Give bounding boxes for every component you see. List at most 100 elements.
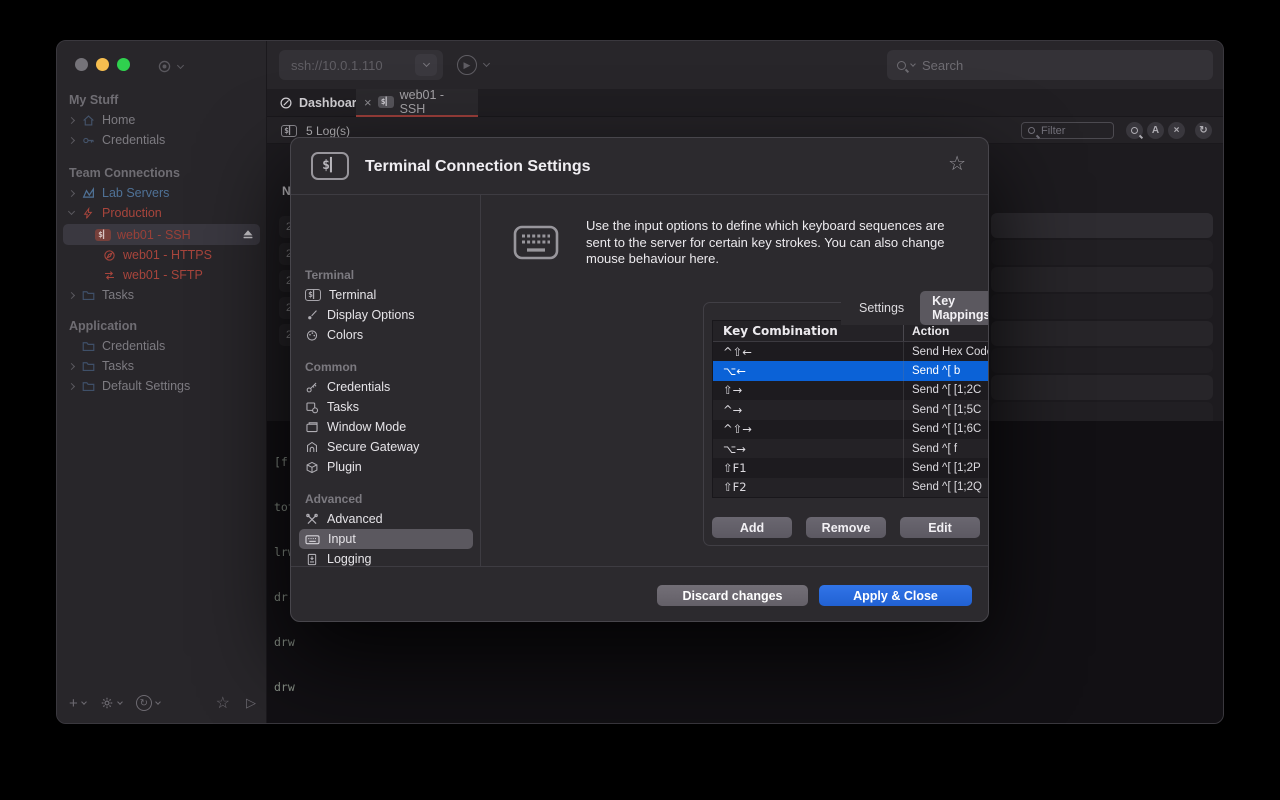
connect-action-button[interactable] xyxy=(157,59,183,74)
refresh-button[interactable]: ↻ xyxy=(1195,122,1212,139)
sidebar-item-web01-ssh[interactable]: web01 - SSH xyxy=(63,224,260,245)
star-icon[interactable]: ☆ xyxy=(948,154,966,174)
clear-button[interactable]: × xyxy=(1168,122,1185,139)
table-row[interactable]: ^→Send ^[ [1;5C xyxy=(713,400,988,419)
dialog-section-common: Common xyxy=(305,357,357,377)
table-row[interactable]: ^⇧←Send Hex Codes: 0x1b 0x1b 0x5b 0x44 xyxy=(713,342,988,361)
detail-row[interactable] xyxy=(991,267,1213,292)
keyboard-icon xyxy=(305,533,320,546)
chevron-right-icon xyxy=(68,291,75,298)
gear-icon xyxy=(100,696,114,710)
sync-button[interactable]: ↻ xyxy=(136,695,160,711)
dialog-item-tasks[interactable]: Tasks xyxy=(299,397,473,417)
table-row[interactable]: ⌥→Send ^[ f xyxy=(713,439,988,458)
dialog-item-credentials[interactable]: Credentials xyxy=(299,377,473,397)
dialog-item-terminal[interactable]: Terminal xyxy=(299,285,473,305)
detail-row[interactable] xyxy=(991,240,1213,265)
zoom-button[interactable] xyxy=(117,58,130,71)
minimize-button[interactable] xyxy=(96,58,109,71)
folder-icon xyxy=(80,379,96,393)
table-row[interactable]: ⇧→Send ^[ [1;2C xyxy=(713,381,988,400)
dialog-header: Terminal Connection Settings ☆ xyxy=(291,138,988,195)
dialog-item-colors[interactable]: Colors xyxy=(299,325,473,345)
favorite-icon[interactable]: ☆ xyxy=(216,693,230,713)
sidebar-item-tasks[interactable]: Tasks xyxy=(63,285,260,305)
gauge-icon xyxy=(279,96,293,110)
detail-row[interactable] xyxy=(991,321,1213,346)
search-icon xyxy=(1028,127,1035,134)
tab-key-mappings[interactable]: Key Mappings xyxy=(920,291,988,325)
brush-icon xyxy=(305,309,319,322)
terminal-icon xyxy=(281,125,297,137)
dialog-item-advanced[interactable]: Advanced xyxy=(299,509,473,529)
table-row-selected[interactable]: ⌥←Send ^[ b xyxy=(713,361,988,380)
detail-row[interactable] xyxy=(991,213,1213,238)
close-button[interactable] xyxy=(75,58,88,71)
dialog-item-display-options[interactable]: Display Options xyxy=(299,305,473,325)
filter-input[interactable] xyxy=(1039,124,1107,138)
graph-icon xyxy=(80,186,96,200)
sidebar-item-default-settings[interactable]: Default Settings xyxy=(63,376,260,396)
dialog-item-input[interactable]: Input xyxy=(299,529,473,549)
add-button[interactable]: + xyxy=(69,695,86,712)
sidebar-item-credentials[interactable]: Credentials xyxy=(63,130,260,150)
table-row[interactable]: ⇧F2Send ^[ [1;2Q xyxy=(713,478,988,497)
section-team-connections: Team Connections xyxy=(69,163,180,183)
detail-row[interactable] xyxy=(991,294,1213,319)
font-button[interactable]: A xyxy=(1147,122,1164,139)
detail-row[interactable] xyxy=(991,402,1213,421)
sidebar-item-production[interactable]: Production xyxy=(63,203,260,223)
dialog-item-window-mode[interactable]: Window Mode xyxy=(299,417,473,437)
play-circle-icon[interactable]: ▶ xyxy=(457,55,477,75)
chevron-down-icon[interactable] xyxy=(483,60,490,67)
input-description: Use the input options to define which ke… xyxy=(586,218,961,268)
zoom-in-button[interactable] xyxy=(1126,122,1143,139)
chevron-right-icon xyxy=(68,136,75,143)
detail-row[interactable] xyxy=(991,348,1213,373)
play-icon[interactable]: ▷ xyxy=(246,695,256,711)
edit-button[interactable]: Edit xyxy=(900,517,980,538)
address-dropdown-button[interactable] xyxy=(415,54,437,76)
tab-settings[interactable]: Settings xyxy=(847,298,916,318)
sidebar-item-app-credentials[interactable]: Credentials xyxy=(63,336,260,356)
address-combobox[interactable]: ssh://10.0.1.110 xyxy=(279,50,443,80)
dialog-section-advanced: Advanced xyxy=(305,489,362,509)
dialog-sidebar: Terminal Terminal Display Options Colors… xyxy=(291,195,481,566)
dialog-item-secure-gateway[interactable]: Secure Gateway xyxy=(299,437,473,457)
window-icon xyxy=(305,421,319,434)
dialog-footer: Discard changes Apply & Close xyxy=(291,566,988,621)
sidebar-item-web01-sftp[interactable]: web01 - SFTP xyxy=(63,265,260,285)
dialog-item-plugin[interactable]: Plugin xyxy=(299,457,473,477)
tab-web01-ssh[interactable]: × web01 - SSH xyxy=(356,89,478,117)
detail-row[interactable] xyxy=(991,375,1213,400)
terminal-icon xyxy=(305,289,321,301)
apply-close-button[interactable]: Apply & Close xyxy=(819,585,972,606)
filter-field[interactable] xyxy=(1021,122,1114,139)
main-toolbar: ssh://10.0.1.110 ▶ xyxy=(267,41,1223,89)
sidebar-item-home[interactable]: Home xyxy=(63,110,260,130)
sidebar-item-web01-https[interactable]: web01 - HTTPS xyxy=(63,245,260,265)
key-icon xyxy=(80,133,96,147)
table-row[interactable]: ⇧F1Send ^[ [1;2P xyxy=(713,458,988,477)
terminal-icon xyxy=(95,229,111,241)
lightning-icon xyxy=(80,206,96,220)
remove-button[interactable]: Remove xyxy=(806,517,886,538)
section-application: Application xyxy=(69,316,137,336)
discard-changes-button[interactable]: Discard changes xyxy=(657,585,808,606)
tab-bar: Dashboard × web01 - SSH xyxy=(267,89,1223,117)
sidebar-item-app-tasks[interactable]: Tasks xyxy=(63,356,260,376)
gear-button[interactable] xyxy=(100,696,122,710)
connect-button-group: ▶ xyxy=(457,55,489,75)
add-button[interactable]: Add xyxy=(712,517,792,538)
close-tab-icon[interactable]: × xyxy=(364,96,372,109)
global-search[interactable] xyxy=(887,50,1213,80)
tab-dashboard[interactable]: Dashboard xyxy=(279,89,364,117)
chevron-down-icon xyxy=(68,208,75,215)
table-row[interactable]: ^⇧→Send ^[ [1;6C xyxy=(713,420,988,439)
dialog-item-logging[interactable]: Logging xyxy=(299,549,473,566)
log-file-icon xyxy=(305,553,319,566)
search-input[interactable] xyxy=(920,57,1203,74)
home-icon xyxy=(80,113,96,127)
sidebar-item-lab-servers[interactable]: Lab Servers xyxy=(63,183,260,203)
eject-icon[interactable] xyxy=(240,228,256,242)
